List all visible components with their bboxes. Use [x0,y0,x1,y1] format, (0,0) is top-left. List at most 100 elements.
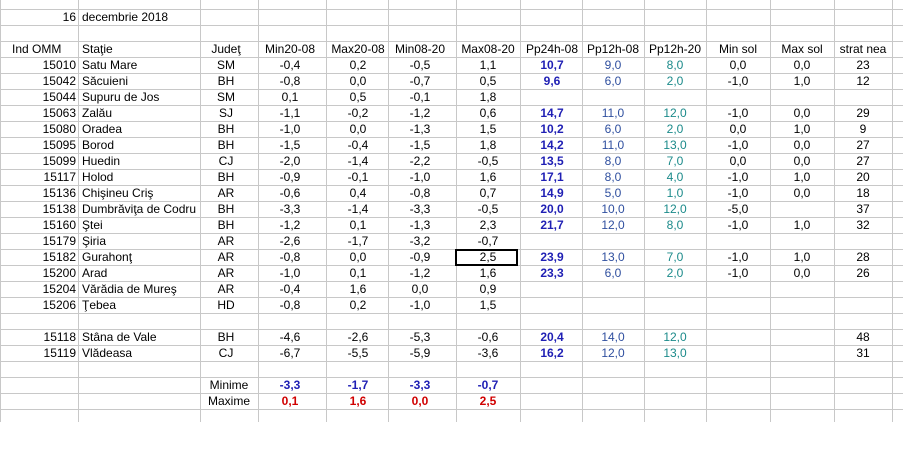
header-judet[interactable]: Judeţ [200,41,252,57]
cell-judet-15138[interactable]: BH [200,201,252,217]
cell-strat-15117[interactable]: 20 [834,169,892,185]
cell-min2008-15063[interactable]: -1,1 [258,105,322,121]
cell-pp24-15136[interactable]: 14,9 [520,185,584,201]
header-pp12_20[interactable]: Pp12h-20 [644,41,706,57]
cell-minsol-15118[interactable] [706,329,770,345]
cell-judet-15080[interactable]: BH [200,121,252,137]
cell-min0820-15044[interactable]: -0,1 [388,89,452,105]
cell-min2008-15206[interactable]: -0,8 [258,297,322,313]
cell-max2008-15080[interactable]: 0,0 [326,121,390,137]
cell-min2008-15117[interactable]: -0,9 [258,169,322,185]
spreadsheet-grid[interactable]: 16 decembrie 2018 Ind OMM Staţie Judeţ Min2… [0,0,903,422]
cell-min0820-15119[interactable]: -5,9 [388,345,452,361]
cell-pp12_20-15160[interactable]: 8,0 [644,217,706,233]
cell-statie-15119[interactable]: Vlădeasa [82,345,206,361]
cell-statie-15118[interactable]: Stâna de Vale [82,329,206,345]
cell-minsol-15206[interactable] [706,297,770,313]
cell-judet-15179[interactable]: AR [200,233,252,249]
cell-max0820-15010[interactable]: 1,1 [456,57,520,73]
cell-ind-15136[interactable]: 15136 [12,185,76,201]
cell-max2008-15063[interactable]: -0,2 [326,105,390,121]
cell-minsol-15160[interactable]: -1,0 [706,217,770,233]
cell-judet-15010[interactable]: SM [200,57,252,73]
header-pp12_08[interactable]: Pp12h-08 [582,41,644,57]
cell-max2008-15119[interactable]: -5,5 [326,345,390,361]
cell-ind-15182[interactable]: 15182 [12,249,76,265]
summary-minime-min2008[interactable]: -3,3 [258,377,322,393]
cell-pp12_08-15063[interactable]: 11,0 [582,105,644,121]
cell-minsol-15044[interactable] [706,89,770,105]
date-day[interactable]: 16 [40,9,76,25]
cell-ind-15204[interactable]: 15204 [12,281,76,297]
cell-max0820-15200[interactable]: 1,6 [456,265,520,281]
cell-pp12_20-15119[interactable]: 13,0 [644,345,706,361]
summary-minime-max0820[interactable]: -0,7 [456,377,520,393]
cell-max2008-15010[interactable]: 0,2 [326,57,390,73]
cell-max0820-15119[interactable]: -3,6 [456,345,520,361]
cell-minsol-15179[interactable] [706,233,770,249]
cell-min0820-15179[interactable]: -3,2 [388,233,452,249]
cell-ind-15099[interactable]: 15099 [12,153,76,169]
cell-strat-15179[interactable] [834,233,892,249]
cell-strat-15042[interactable]: 12 [834,73,892,89]
cell-ind-15080[interactable]: 15080 [12,121,76,137]
summary-label-maxime[interactable]: Maxime [200,393,258,409]
cell-maxsol-15095[interactable]: 0,0 [770,137,834,153]
cell-ind-15042[interactable]: 15042 [12,73,76,89]
cell-min2008-15080[interactable]: -1,0 [258,121,322,137]
cell-judet-15182[interactable]: AR [200,249,252,265]
cell-maxsol-15099[interactable]: 0,0 [770,153,834,169]
cell-max0820-15118[interactable]: -0,6 [456,329,520,345]
cell-max2008-15204[interactable]: 1,6 [326,281,390,297]
cell-statie-15206[interactable]: Ţebea [82,297,206,313]
cell-pp24-15044[interactable] [520,89,584,105]
cell-ind-15119[interactable]: 15119 [12,345,76,361]
header-minsol[interactable]: Min sol [706,41,770,57]
cell-max2008-15160[interactable]: 0,1 [326,217,390,233]
cell-pp12_20-15182[interactable]: 7,0 [644,249,706,265]
cell-max0820-15042[interactable]: 0,5 [456,73,520,89]
cell-min0820-15182[interactable]: -0,9 [388,249,452,265]
cell-pp12_08-15044[interactable] [582,89,644,105]
cell-max2008-15136[interactable]: 0,4 [326,185,390,201]
cell-statie-15200[interactable]: Arad [82,265,206,281]
cell-statie-15204[interactable]: Vărădia de Mureş [82,281,206,297]
cell-judet-15200[interactable]: AR [200,265,252,281]
cell-min0820-15117[interactable]: -1,0 [388,169,452,185]
cell-max2008-15182[interactable]: 0,0 [326,249,390,265]
cell-pp12_20-15206[interactable] [644,297,706,313]
cell-minsol-15119[interactable] [706,345,770,361]
cell-max0820-15179[interactable]: -0,7 [456,233,520,249]
cell-pp24-15080[interactable]: 10,2 [520,121,584,137]
cell-maxsol-15138[interactable] [770,201,834,217]
cell-judet-15118[interactable]: BH [200,329,252,345]
header-pp24[interactable]: Pp24h-08 [520,41,584,57]
cell-max2008-15044[interactable]: 0,5 [326,89,390,105]
cell-min2008-15119[interactable]: -6,7 [258,345,322,361]
cell-minsol-15099[interactable]: 0,0 [706,153,770,169]
cell-maxsol-15117[interactable]: 1,0 [770,169,834,185]
cell-pp12_20-15042[interactable]: 2,0 [644,73,706,89]
cell-strat-15206[interactable] [834,297,892,313]
cell-minsol-15042[interactable]: -1,0 [706,73,770,89]
cell-ind-15200[interactable]: 15200 [12,265,76,281]
cell-statie-15099[interactable]: Huedin [82,153,206,169]
cell-statie-15138[interactable]: Dumbrăviţa de Codru [82,201,206,217]
cell-max0820-15204[interactable]: 0,9 [456,281,520,297]
cell-ind-15063[interactable]: 15063 [12,105,76,121]
summary-maxime-max0820[interactable]: 2,5 [456,393,520,409]
cell-statie-15044[interactable]: Supuru de Jos [82,89,206,105]
cell-min2008-15204[interactable]: -0,4 [258,281,322,297]
cell-min2008-15044[interactable]: 0,1 [258,89,322,105]
cell-min0820-15042[interactable]: -0,7 [388,73,452,89]
cell-maxsol-15063[interactable]: 0,0 [770,105,834,121]
cell-strat-15136[interactable]: 18 [834,185,892,201]
header-strat[interactable]: strat nea [834,41,892,57]
cell-statie-15042[interactable]: Săcuieni [82,73,206,89]
active-cell-selection[interactable] [455,249,518,266]
cell-min0820-15095[interactable]: -1,5 [388,137,452,153]
cell-pp12_08-15042[interactable]: 6,0 [582,73,644,89]
cell-min0820-15099[interactable]: -2,2 [388,153,452,169]
cell-pp12_20-15138[interactable]: 12,0 [644,201,706,217]
cell-pp24-15160[interactable]: 21,7 [520,217,584,233]
